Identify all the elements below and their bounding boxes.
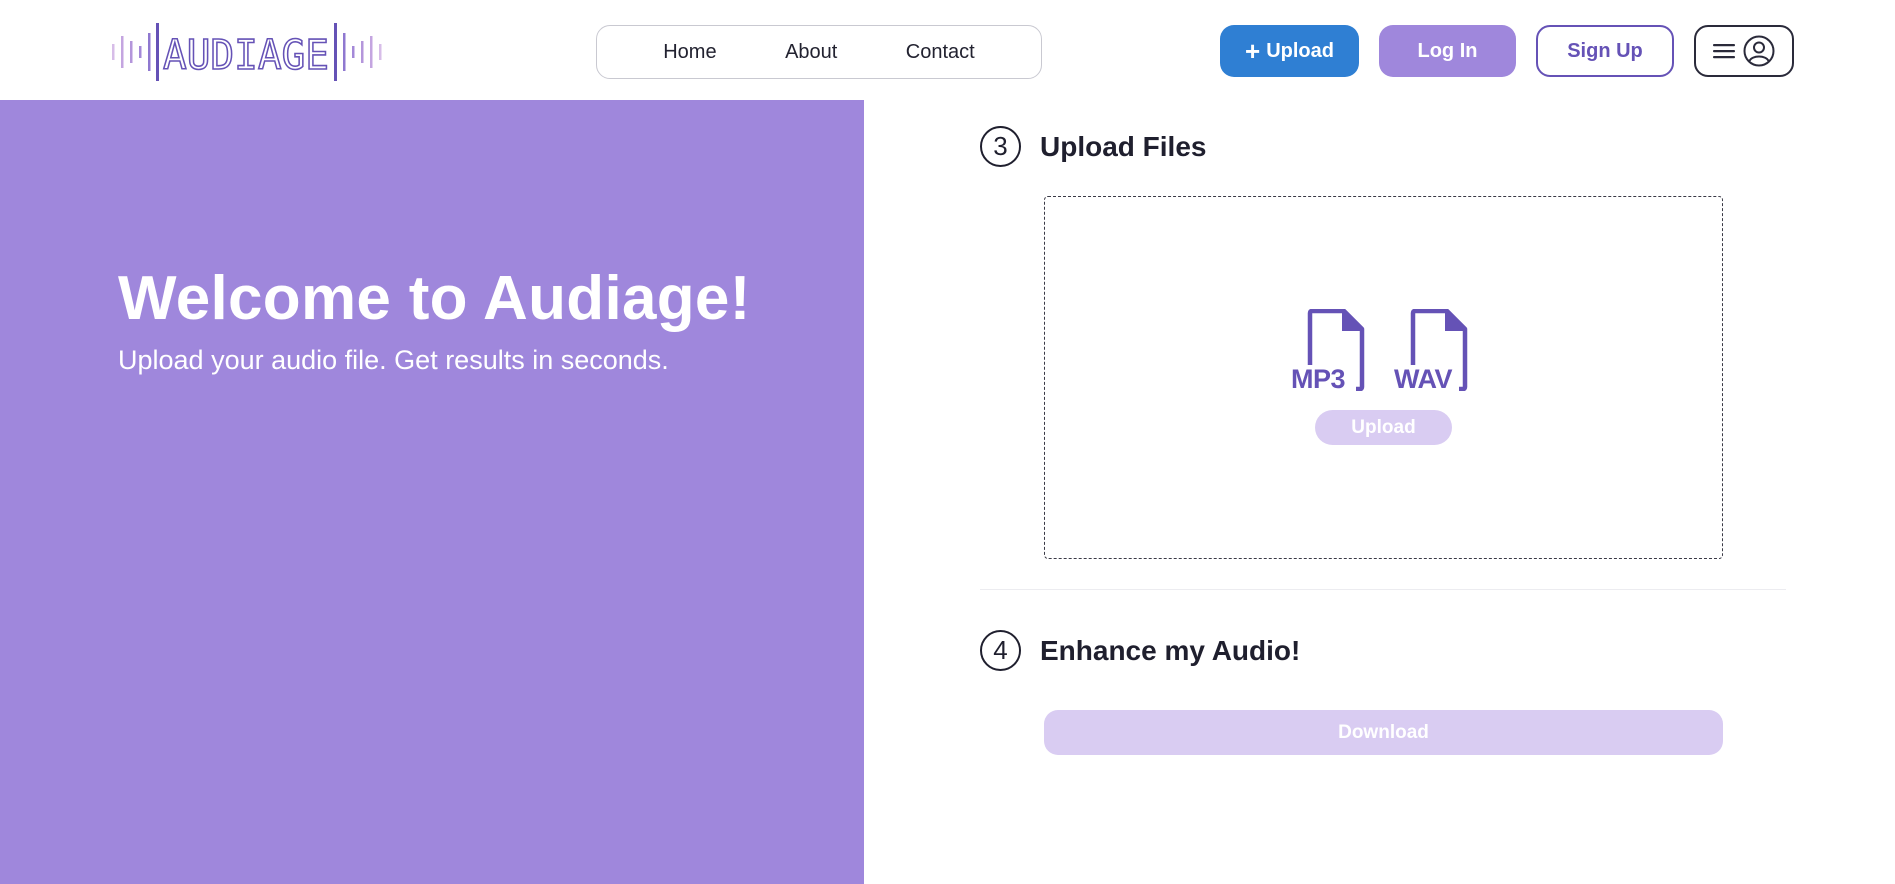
nav-home[interactable]: Home — [663, 41, 716, 64]
login-button[interactable]: Log In — [1379, 25, 1516, 77]
main-nav: Home About Contact — [596, 25, 1042, 79]
step-number-badge: 3 — [980, 126, 1021, 167]
logo-text: AUDIAGE — [163, 31, 329, 79]
section-divider — [980, 589, 1786, 590]
hero-panel: Welcome to Audiage! Upload your audio fi… — [0, 100, 864, 884]
signup-label: Sign Up — [1567, 39, 1643, 62]
header-upload-label: Upload — [1266, 39, 1334, 62]
step-enhance-audio: 4 Enhance my Audio! — [980, 630, 1300, 671]
audiage-logo[interactable]: AUDIAGE — [112, 22, 382, 82]
file-upload-button[interactable]: Upload — [1315, 410, 1452, 445]
hero-subtitle: Upload your audio file. Get results in s… — [118, 345, 669, 375]
mp3-label: MP3 — [1291, 364, 1348, 394]
header-upload-button[interactable]: + Upload — [1220, 25, 1359, 77]
account-menu-button[interactable] — [1694, 25, 1794, 77]
plus-icon: + — [1245, 36, 1261, 66]
step-number-badge: 4 — [980, 630, 1021, 671]
nav-about[interactable]: About — [785, 41, 837, 64]
step-title: Upload Files — [1040, 130, 1207, 162]
step-title: Enhance my Audio! — [1040, 634, 1301, 666]
header: AUDIAGE Home About Contact + Upload Log … — [0, 0, 1895, 100]
step-upload-files: 3 Upload Files — [980, 126, 1206, 167]
logo-waveform: AUDIAGE — [112, 23, 382, 81]
hamburger-icon — [1713, 44, 1735, 59]
signup-button[interactable]: Sign Up — [1536, 25, 1674, 77]
wav-label: WAV — [1394, 364, 1454, 394]
nav-contact[interactable]: Contact — [906, 41, 975, 64]
user-avatar-icon — [1743, 35, 1775, 67]
login-label: Log In — [1417, 39, 1478, 62]
download-button[interactable]: Download — [1044, 710, 1723, 755]
wav-file-icon: WAV — [1394, 309, 1469, 393]
hero-title: Welcome to Audiage! — [118, 264, 751, 333]
file-type-icons: MP3 WAV — [1291, 309, 1469, 393]
mp3-file-icon: MP3 — [1291, 309, 1366, 393]
file-dropzone[interactable]: MP3 WAV Upload — [1044, 196, 1723, 559]
